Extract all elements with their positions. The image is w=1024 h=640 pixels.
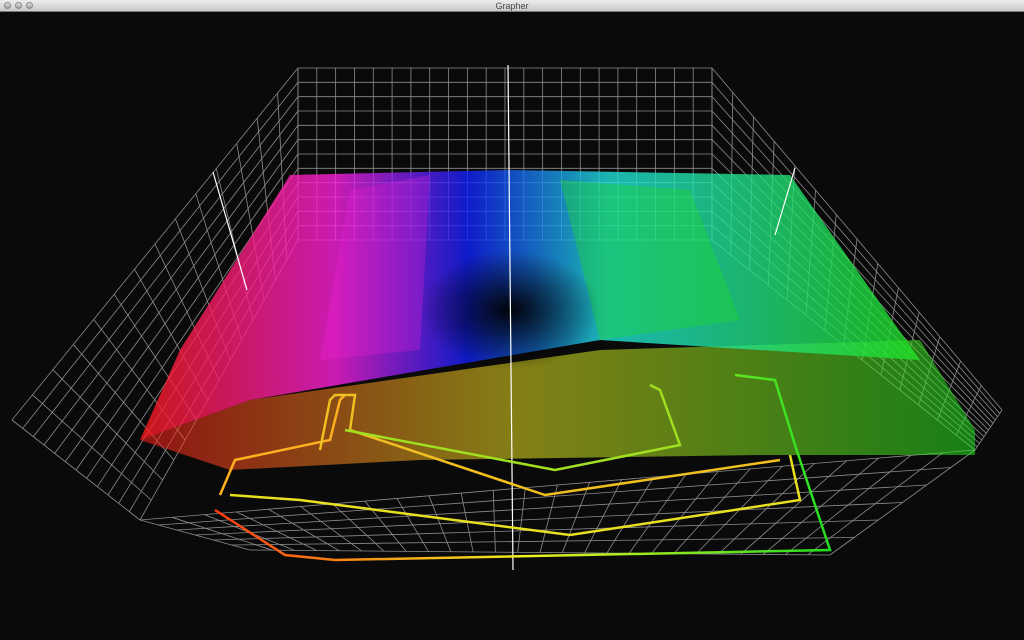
grid-left-v bbox=[52, 369, 163, 481]
grid-left-v bbox=[32, 394, 152, 501]
color-surface bbox=[140, 170, 975, 470]
grid-left-v bbox=[11, 419, 141, 521]
grid-floor-v bbox=[158, 467, 951, 526]
window-title: Grapher bbox=[495, 1, 529, 11]
grid-floor-v bbox=[213, 519, 879, 541]
graph-canvas[interactable] bbox=[0, 12, 1024, 640]
contour-middle-right bbox=[229, 454, 802, 537]
grid-floor-v bbox=[231, 537, 855, 546]
grid-right-v bbox=[974, 409, 1003, 451]
window-titlebar: Grapher bbox=[0, 0, 1024, 12]
3d-plot[interactable] bbox=[0, 12, 1024, 640]
